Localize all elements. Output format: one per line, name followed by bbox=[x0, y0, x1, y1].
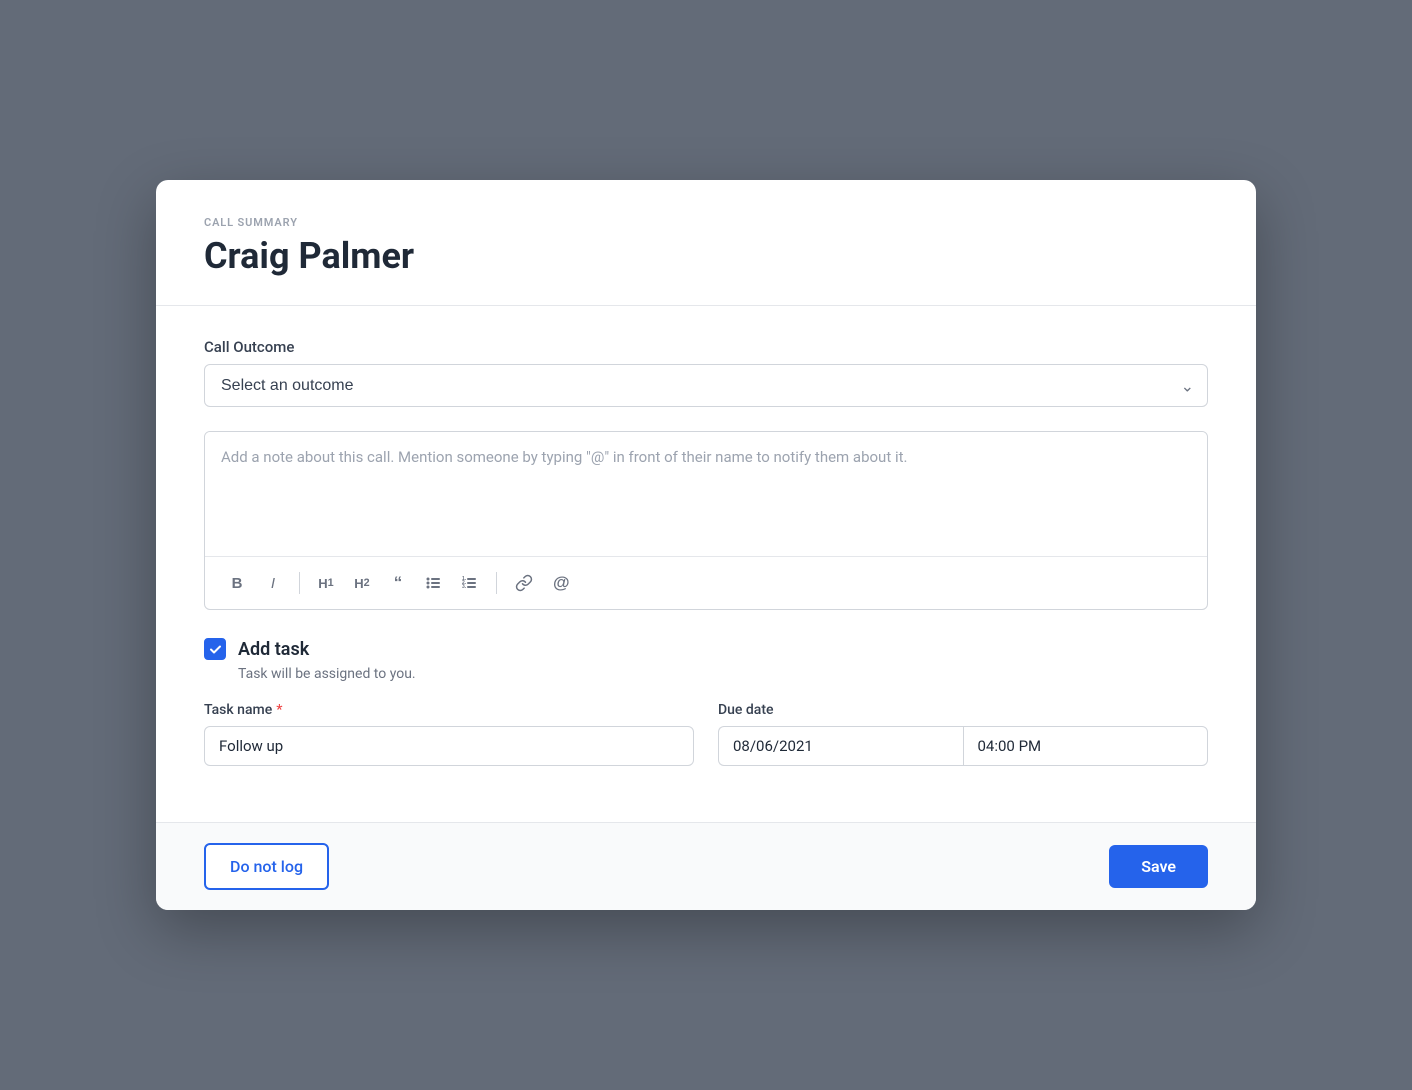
add-task-section: Add task Task will be assigned to you. T… bbox=[204, 638, 1208, 766]
call-outcome-wrapper: Select an outcome Connected Left voicema… bbox=[204, 364, 1208, 407]
note-textarea[interactable] bbox=[205, 432, 1207, 552]
modal-body: Call Outcome Select an outcome Connected… bbox=[156, 306, 1256, 822]
add-task-header: Add task bbox=[204, 638, 1208, 660]
contact-name: Craig Palmer bbox=[204, 235, 1208, 277]
required-star: * bbox=[276, 702, 282, 718]
link-button[interactable] bbox=[507, 568, 541, 598]
task-fields: Task name * Due date bbox=[204, 702, 1208, 766]
save-button[interactable]: Save bbox=[1109, 845, 1208, 888]
task-name-label: Task name * bbox=[204, 702, 694, 718]
date-input[interactable] bbox=[718, 726, 963, 766]
h1-button[interactable]: H1 bbox=[310, 570, 342, 597]
editor-toolbar: B I H1 H2 “ bbox=[205, 556, 1207, 609]
task-name-input[interactable] bbox=[204, 726, 694, 766]
italic-button[interactable]: I bbox=[257, 569, 289, 598]
task-name-field: Task name * bbox=[204, 702, 694, 766]
modal-header: CALL SUMMARY Craig Palmer bbox=[156, 180, 1256, 306]
due-date-label: Due date bbox=[718, 702, 1208, 718]
quote-button[interactable]: “ bbox=[382, 567, 414, 599]
due-date-inputs bbox=[718, 726, 1208, 766]
note-editor: B I H1 H2 “ bbox=[204, 431, 1208, 610]
add-task-label: Add task bbox=[238, 639, 309, 660]
do-not-log-button[interactable]: Do not log bbox=[204, 843, 329, 890]
bold-button[interactable]: B bbox=[221, 569, 253, 598]
time-input[interactable] bbox=[963, 726, 1209, 766]
svg-text:3.: 3. bbox=[462, 584, 467, 590]
modal-footer: Do not log Save bbox=[156, 822, 1256, 910]
task-assigned-text: Task will be assigned to you. bbox=[238, 666, 1208, 682]
ordered-list-button[interactable]: 1. 2. 3. bbox=[454, 569, 486, 597]
toolbar-separator-1 bbox=[299, 572, 300, 594]
call-summary-label: CALL SUMMARY bbox=[204, 216, 1208, 229]
add-task-checkbox[interactable] bbox=[204, 638, 226, 660]
bullet-list-button[interactable] bbox=[418, 569, 450, 597]
call-summary-modal: CALL SUMMARY Craig Palmer Call Outcome S… bbox=[156, 180, 1256, 910]
call-outcome-label: Call Outcome bbox=[204, 338, 1208, 356]
toolbar-separator-2 bbox=[496, 572, 497, 594]
call-outcome-select[interactable]: Select an outcome Connected Left voicema… bbox=[204, 364, 1208, 407]
mention-button[interactable]: @ bbox=[545, 567, 578, 599]
h2-button[interactable]: H2 bbox=[346, 570, 378, 597]
due-date-field: Due date bbox=[718, 702, 1208, 766]
